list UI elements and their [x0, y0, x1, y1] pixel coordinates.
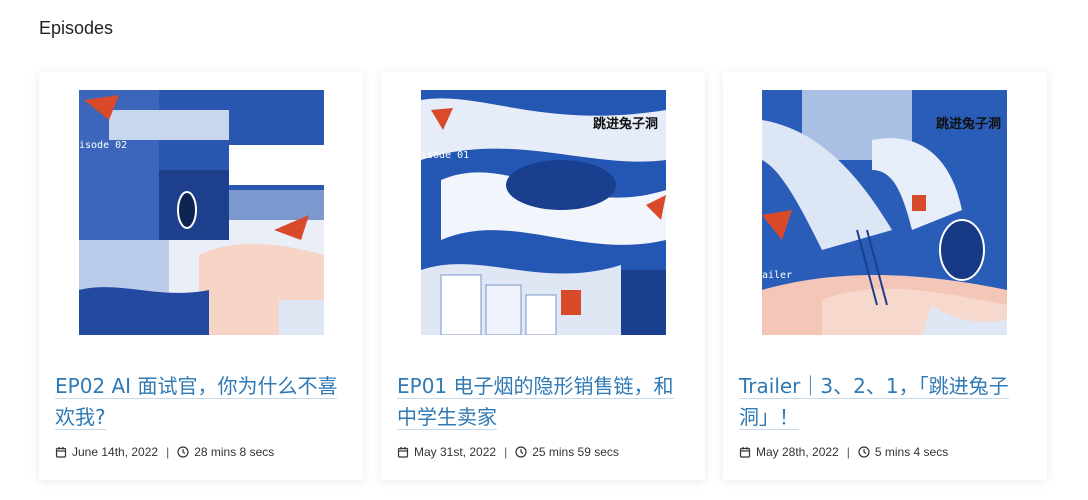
- svg-text:ailer: ailer: [762, 270, 792, 281]
- episode-cover-image[interactable]: isode 02: [79, 90, 324, 335]
- calendar-icon: [55, 446, 67, 458]
- svg-text:跳进兔子洞: 跳进兔子洞: [593, 116, 658, 132]
- episode-card[interactable]: ailer 跳进兔子洞 Trailer｜3、2、1，「跳进兔子洞」！ May 2…: [723, 72, 1047, 480]
- episode-title-link[interactable]: Trailer｜3、2、1，「跳进兔子洞」！: [739, 371, 1035, 433]
- episode-title-link[interactable]: EP02 AI 面试官，你为什么不喜欢我?: [55, 371, 351, 433]
- episode-meta: May 31st, 2022 | 25 mins 59 secs: [397, 445, 619, 459]
- episode-02-artwork: isode 02: [79, 90, 324, 335]
- meta-separator: |: [846, 445, 850, 459]
- svg-text:isode 02: isode 02: [79, 140, 127, 151]
- episode-duration: 28 mins 8 secs: [194, 445, 275, 459]
- episode-duration: 5 mins 4 secs: [874, 445, 949, 459]
- clock-icon: [177, 446, 189, 458]
- clock-icon: [858, 446, 870, 458]
- episode-cover-image[interactable]: ailer 跳进兔子洞: [762, 90, 1007, 335]
- episode-date: May 28th, 2022: [756, 445, 839, 459]
- episode-list: isode 02 EP02 AI 面试官，你为什么不喜欢我? June 14th…: [0, 0, 1088, 500]
- trailer-artwork: ailer 跳进兔子洞: [762, 90, 1007, 335]
- episode-meta: May 28th, 2022 | 5 mins 4 secs: [739, 445, 948, 459]
- episode-date: May 31st, 2022: [414, 445, 497, 459]
- calendar-icon: [397, 446, 409, 458]
- svg-text:跳进兔子洞: 跳进兔子洞: [936, 116, 1001, 132]
- episode-cover-image[interactable]: isode 01 跳进兔子洞: [421, 90, 666, 335]
- svg-text:isode 01: isode 01: [421, 150, 469, 161]
- episode-duration: 25 mins 59 secs: [532, 445, 619, 459]
- episode-title-link[interactable]: EP01 电子烟的隐形销售链，和中学生卖家: [397, 371, 693, 433]
- episode-date: June 14th, 2022: [72, 445, 159, 459]
- meta-separator: |: [166, 445, 170, 459]
- episode-card[interactable]: isode 02 EP02 AI 面试官，你为什么不喜欢我? June 14th…: [39, 72, 363, 480]
- episode-card[interactable]: isode 01 跳进兔子洞 EP01 电子烟的隐形销售链，和中学生卖家 May…: [381, 72, 705, 480]
- episode-meta: June 14th, 2022 | 28 mins 8 secs: [55, 445, 274, 459]
- calendar-icon: [739, 446, 751, 458]
- meta-separator: |: [504, 445, 508, 459]
- episode-01-artwork: isode 01 跳进兔子洞: [421, 90, 666, 335]
- clock-icon: [515, 446, 527, 458]
